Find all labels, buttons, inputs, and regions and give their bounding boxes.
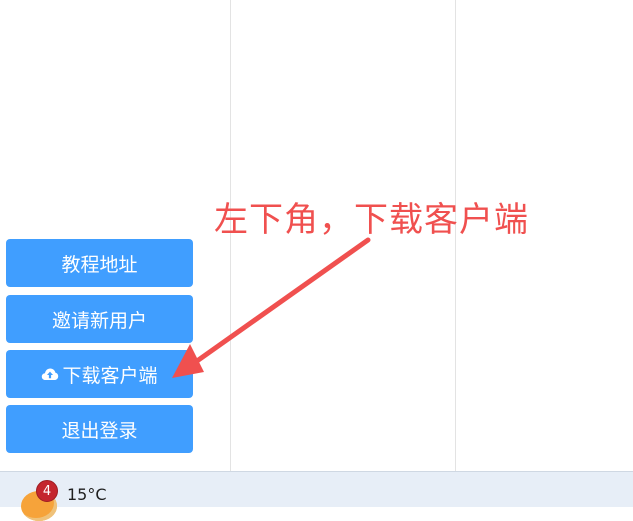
logout-button[interactable]: 退出登录 [6, 405, 193, 453]
annotation-text: 左下角，下载客户端 [214, 200, 529, 240]
invite-new-user-label: 邀请新用户 [51, 309, 147, 332]
weather-temperature[interactable]: 15°C [67, 485, 107, 504]
logout-label: 退出登录 [61, 419, 138, 442]
download-client-label: 下载客户端 [62, 364, 158, 387]
tutorial-address-label: 教程地址 [61, 253, 138, 276]
download-client-button[interactable]: 下载客户端 [6, 350, 193, 398]
invite-new-user-button[interactable]: 邀请新用户 [6, 295, 193, 343]
taskbar: 4 15°C [0, 471, 633, 521]
cloud-upload-icon [42, 368, 59, 380]
notification-badge[interactable]: 4 [36, 480, 58, 502]
tutorial-address-button[interactable]: 教程地址 [6, 239, 193, 287]
